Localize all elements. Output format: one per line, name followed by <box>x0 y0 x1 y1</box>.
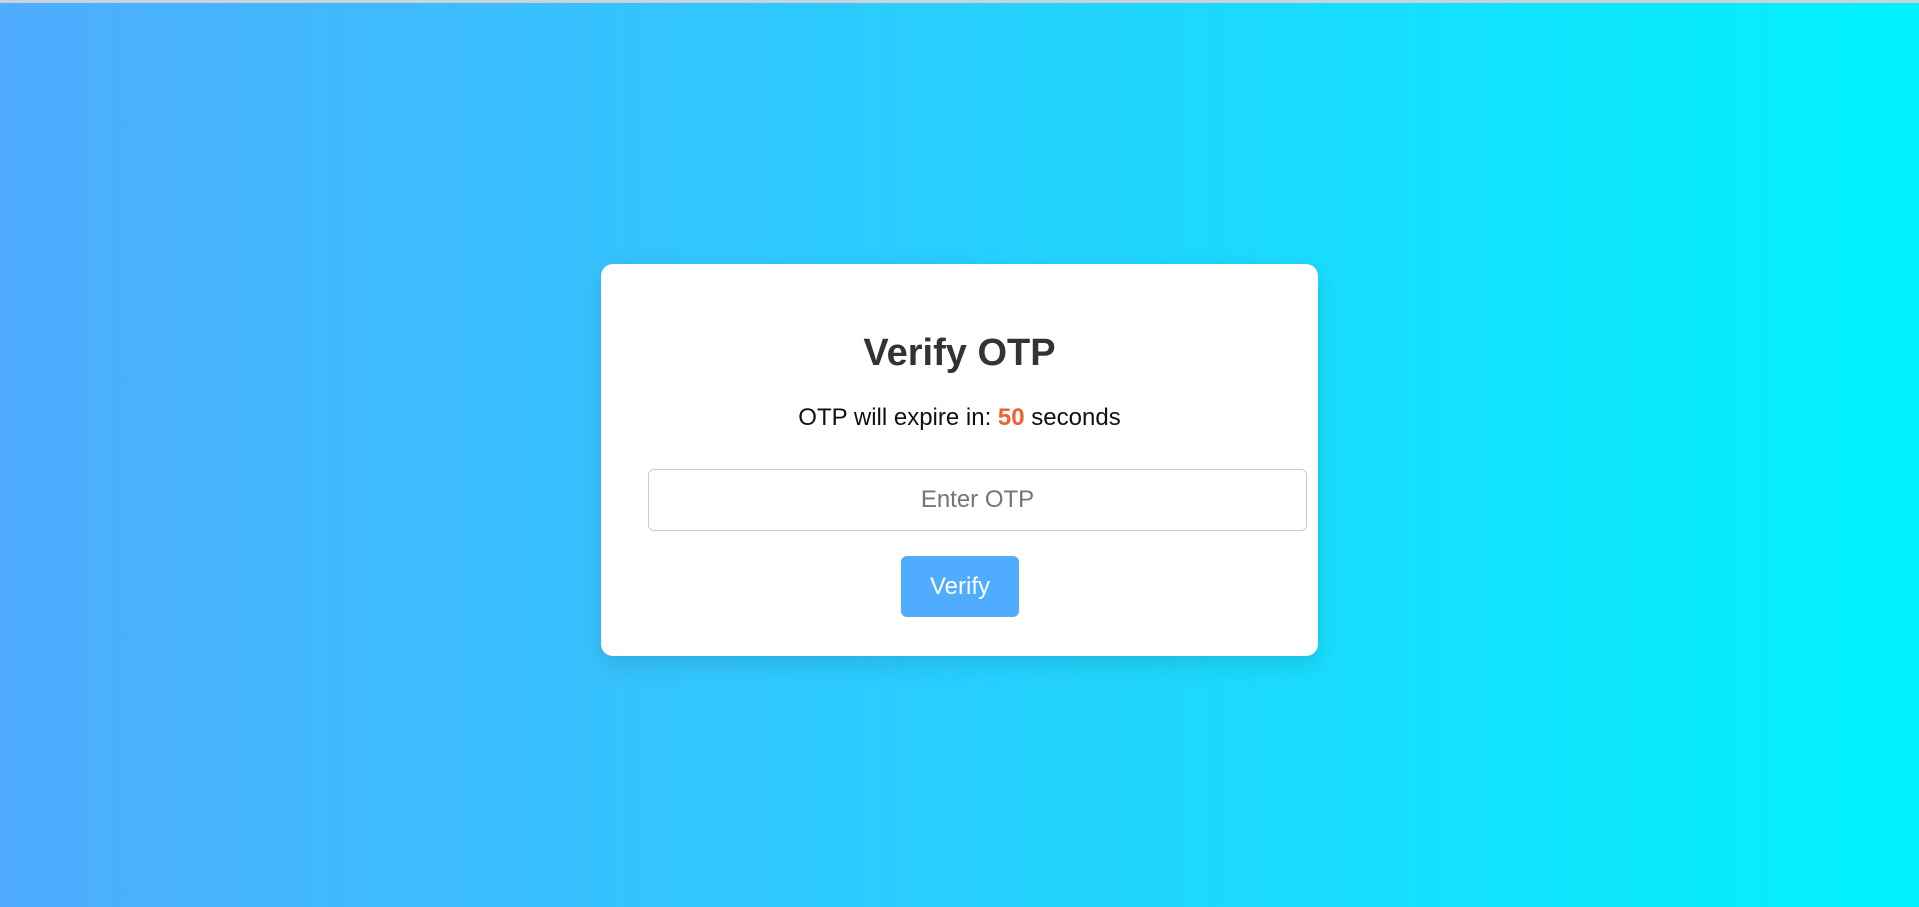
timer-seconds-count: 50 <box>997 404 1025 431</box>
page-title: Verify OTP <box>863 332 1056 374</box>
timer-prefix: OTP will expire in: <box>798 404 992 431</box>
top-border <box>0 0 1919 3</box>
otp-card: Verify OTP OTP will expire in: 50 second… <box>601 264 1318 656</box>
otp-input[interactable] <box>648 469 1307 531</box>
verify-button[interactable]: Verify <box>901 556 1019 617</box>
otp-expiry-timer: OTP will expire in: 50 seconds <box>601 404 1318 433</box>
timer-suffix: seconds <box>1031 404 1121 431</box>
